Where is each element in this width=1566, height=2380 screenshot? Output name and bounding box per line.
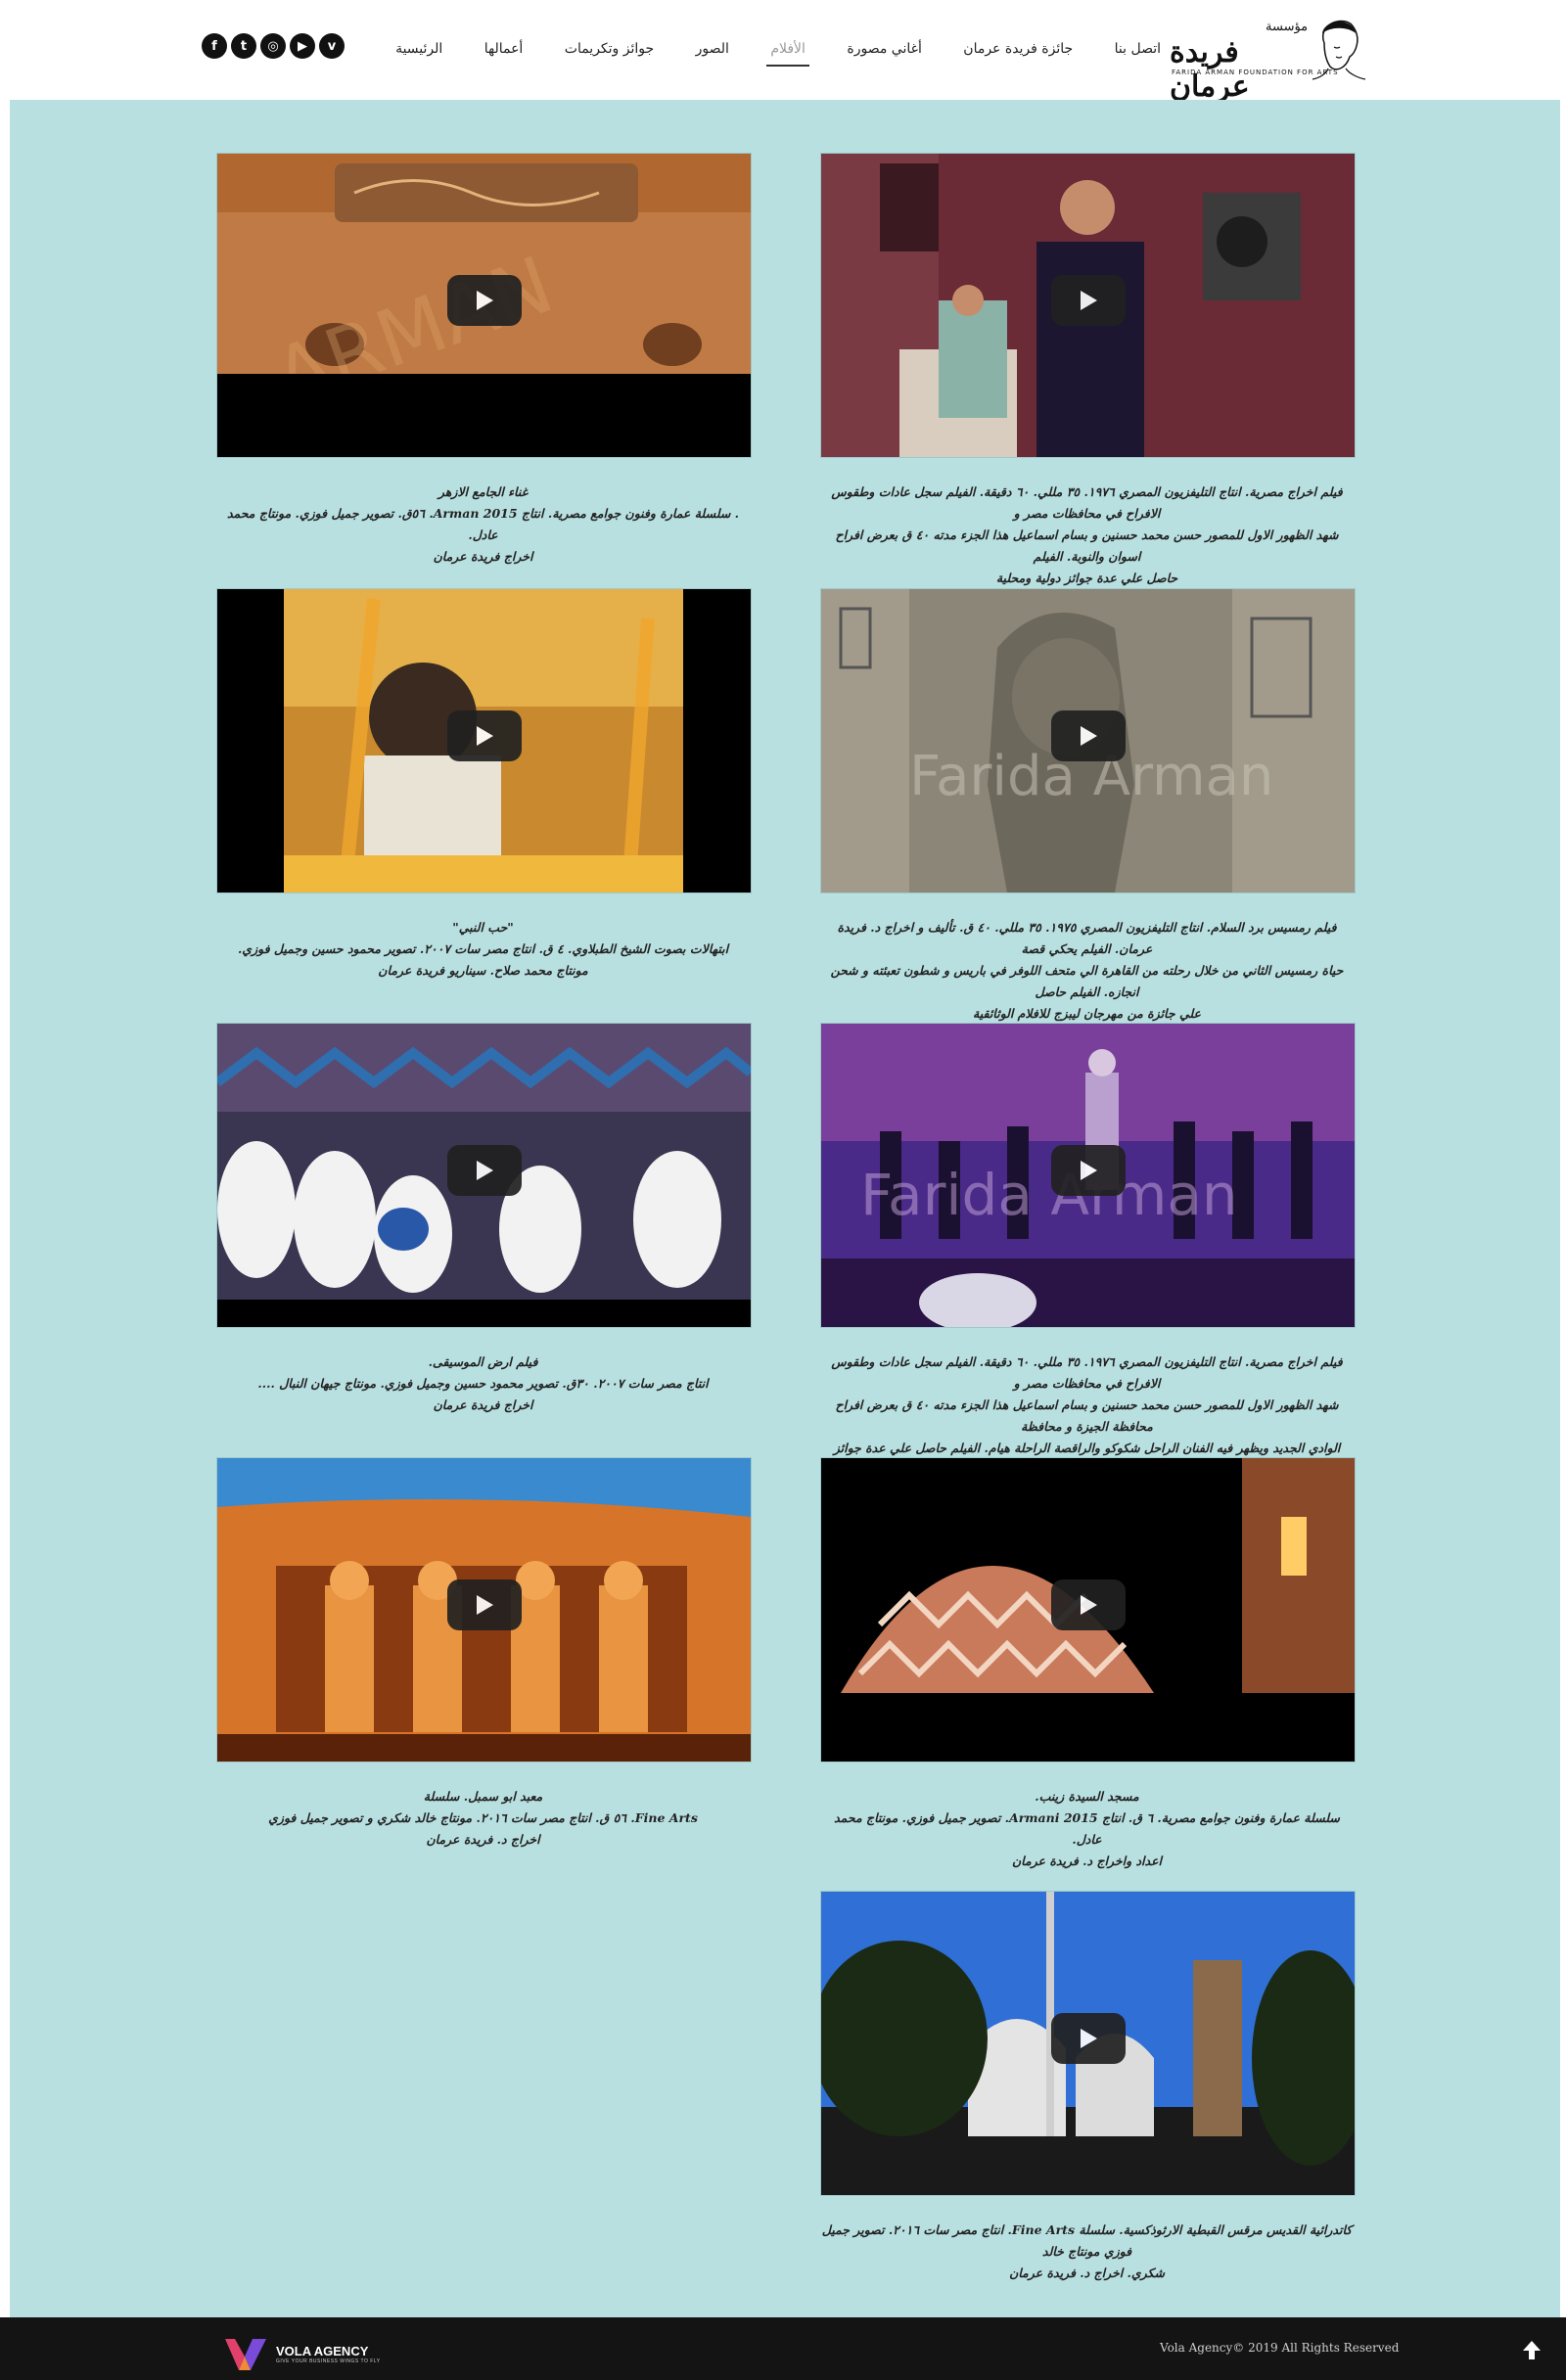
nav-awards[interactable]: جوائز وتكريمات bbox=[561, 35, 658, 63]
caption-line: سلسلة عمارة وفنون جوامع مصرية. ٦ ق. انتا… bbox=[834, 1810, 1340, 1847]
nav-works[interactable]: أعمالها bbox=[481, 35, 528, 63]
caption-line: كاتدرائية القديس مرقس القبطية الارثوذكسي… bbox=[821, 2222, 1353, 2259]
video-caption: معبد ابو سمبل. سلسلة Fine Arts. ٥٦ ق. ان… bbox=[216, 1786, 750, 1851]
play-icon bbox=[477, 726, 493, 746]
main-nav: الرئيسية أعمالها جوائز وتكريمات الصور ال… bbox=[392, 29, 1165, 69]
nav-films[interactable]: الأفلام bbox=[766, 35, 809, 67]
video-card: مسجد السيدة زينب. سلسلة عمارة وفنون جوام… bbox=[820, 1457, 1356, 1872]
caption-line: فيلم ارض الموسيقى. bbox=[428, 1354, 538, 1369]
play-button[interactable] bbox=[1051, 1579, 1126, 1630]
video-thumbnail[interactable]: Farida Arman bbox=[820, 1023, 1356, 1328]
nav-home[interactable]: الرئيسية bbox=[392, 35, 446, 63]
play-button[interactable] bbox=[1051, 275, 1126, 326]
vola-logo-icon bbox=[225, 2339, 266, 2370]
play-button[interactable] bbox=[447, 710, 522, 761]
copyright-text: Vola Agency© 2019 All Rights Reserved bbox=[1160, 2341, 1400, 2355]
video-caption: مسجد السيدة زينب. سلسلة عمارة وفنون جوام… bbox=[820, 1786, 1354, 1872]
nav-prize[interactable]: جائزة فريدة عرمان bbox=[959, 35, 1077, 63]
nav-music-videos[interactable]: أغاني مصورة bbox=[843, 35, 925, 63]
caption-line: . سلسلة عمارة وفنون جوامع مصرية. انتاج A… bbox=[226, 506, 740, 542]
video-caption: فيلم رمسيس برد السلام. انتاج التليفزيون … bbox=[820, 917, 1354, 1025]
video-thumbnail[interactable] bbox=[216, 1023, 752, 1328]
caption-line: شكري. اخراج د. فريدة عرمان bbox=[1009, 2266, 1165, 2280]
play-icon bbox=[477, 291, 493, 310]
play-button[interactable] bbox=[447, 1579, 522, 1630]
play-icon bbox=[1081, 291, 1097, 310]
back-to-top-button[interactable] bbox=[1519, 2337, 1544, 2362]
video-card: Farida Arman فيلم اخراج مصرية. انتاج الت… bbox=[820, 1023, 1356, 1481]
site-header: f t ◎ ▶ v الرئيسية أعمالها جوائز وتكريمات ال… bbox=[0, 0, 1566, 104]
video-thumbnail[interactable] bbox=[820, 153, 1356, 458]
video-caption: غناء الجامع الازهر . سلسلة عمارة وفنون ج… bbox=[216, 481, 750, 568]
play-button[interactable] bbox=[1051, 710, 1126, 761]
agency-logo[interactable]: VOLA AGENCY GIVE YOUR BUSINESS WINGS TO … bbox=[223, 2337, 381, 2372]
arrow-up-icon bbox=[1523, 2341, 1541, 2359]
video-card: معبد ابو سمبل. سلسلة Fine Arts. ٥٦ ق. ان… bbox=[216, 1457, 752, 1851]
caption-line: اخراج فريدة عرمان bbox=[433, 1397, 533, 1412]
nav-photos[interactable]: الصور bbox=[692, 35, 733, 63]
play-button[interactable] bbox=[447, 1145, 522, 1196]
caption-line: معبد ابو سمبل. سلسلة bbox=[423, 1789, 543, 1804]
caption-line: اخراج فريدة عرمان bbox=[433, 549, 533, 564]
video-caption: "حب النبي" ابتهالات بصوت الشيخ الطبلاوي.… bbox=[216, 917, 750, 982]
youtube-icon[interactable]: ▶ bbox=[290, 33, 315, 59]
films-gallery: فيلم اخراج مصرية. انتاج التليفزيون المصر… bbox=[10, 100, 1560, 2317]
play-icon bbox=[477, 1595, 493, 1615]
agency-name: VOLA AGENCY bbox=[276, 2344, 369, 2358]
video-card: فيلم ارض الموسيقى. انتاج مصر سات ٢٠٠٧. ٣… bbox=[216, 1023, 752, 1416]
video-caption: فيلم اخراج مصرية. انتاج التليفزيون المصر… bbox=[820, 481, 1354, 589]
caption-line: مسجد السيدة زينب. bbox=[1035, 1789, 1139, 1804]
instagram-icon[interactable]: ◎ bbox=[260, 33, 286, 59]
video-thumbnail[interactable] bbox=[216, 1457, 752, 1762]
caption-line: فيلم اخراج مصرية. انتاج التليفزيون المصر… bbox=[831, 484, 1343, 521]
logo-small-text: مؤسسة bbox=[1266, 20, 1309, 34]
vimeo-icon[interactable]: v bbox=[319, 33, 345, 59]
site-footer: VOLA AGENCY GIVE YOUR BUSINESS WINGS TO … bbox=[0, 2317, 1566, 2380]
caption-line: مونتاج محمد صلاح. سيناريو فريدة عرمان bbox=[378, 963, 588, 978]
twitter-icon[interactable]: t bbox=[231, 33, 256, 59]
play-button[interactable] bbox=[1051, 1145, 1126, 1196]
caption-line: انتاج مصر سات ٢٠٠٧. ٣٠ق. تصوير محمود حسي… bbox=[257, 1376, 709, 1391]
caption-line: شهد الظهور الاول للمصور حسن محمد حسنين و… bbox=[835, 527, 1339, 564]
video-card: "حب النبي" ابتهالات بصوت الشيخ الطبلاوي.… bbox=[216, 588, 752, 982]
caption-line: Fine Arts. ٥٦ ق. انتاج مصر سات ٢٠١٦. مون… bbox=[268, 1810, 698, 1825]
caption-line: حاصل علي عدة جوائز دولية ومحلية bbox=[995, 571, 1178, 585]
caption-line: علي جائزة من مهرجان ليبزج للافلام الوثائ… bbox=[973, 1006, 1201, 1021]
play-button[interactable] bbox=[447, 275, 522, 326]
caption-line: غناء الجامع الازهر bbox=[438, 484, 529, 499]
social-links: f t ◎ ▶ v bbox=[202, 33, 345, 59]
agency-tagline: GIVE YOUR BUSINESS WINGS TO FLY bbox=[276, 2358, 381, 2364]
play-icon bbox=[1081, 2029, 1097, 2048]
play-button[interactable] bbox=[1051, 2013, 1126, 2064]
site-logo[interactable]: مؤسسة فريدة عرمان FARIDA ARMAN FOUNDATIO… bbox=[1170, 14, 1370, 104]
caption-line: حياة رمسيس الثاني من خلال رحلته من القاه… bbox=[830, 963, 1344, 999]
nav-contact[interactable]: اتصل بنا bbox=[1111, 35, 1165, 63]
video-thumbnail[interactable]: ARMAN bbox=[216, 153, 752, 458]
caption-line: فيلم رمسيس برد السلام. انتاج التليفزيون … bbox=[837, 920, 1337, 956]
play-icon bbox=[1081, 726, 1097, 746]
video-caption: فيلم ارض الموسيقى. انتاج مصر سات ٢٠٠٧. ٣… bbox=[216, 1351, 750, 1416]
caption-line: ابتهالات بصوت الشيخ الطبلاوي. ٤ ق. انتاج… bbox=[237, 941, 729, 956]
play-icon bbox=[1081, 1161, 1097, 1180]
video-card: كاتدرائية القديس مرقس القبطية الارثوذكسي… bbox=[820, 1891, 1356, 2284]
caption-line: اعداد واخراج د. فريدة عرمان bbox=[1011, 1854, 1163, 1868]
caption-line: اخراج د. فريدة عرمان bbox=[426, 1832, 540, 1847]
video-card: فيلم اخراج مصرية. انتاج التليفزيون المصر… bbox=[820, 153, 1356, 589]
play-icon bbox=[477, 1161, 493, 1180]
video-thumbnail[interactable] bbox=[820, 1891, 1356, 2196]
video-thumbnail[interactable] bbox=[216, 588, 752, 893]
video-thumbnail[interactable] bbox=[820, 1457, 1356, 1762]
svg-text:Farida Arman: Farida Arman bbox=[860, 1162, 1238, 1228]
video-card: Farida Arman فيلم رمسيس برد السلام. انتا… bbox=[820, 588, 1356, 1025]
caption-line: فيلم اخراج مصرية. انتاج التليفزيون المصر… bbox=[831, 1354, 1343, 1391]
caption-line: "حب النبي" bbox=[452, 920, 514, 935]
portrait-sketch-icon bbox=[1312, 20, 1366, 80]
video-thumbnail[interactable]: Farida Arman bbox=[820, 588, 1356, 893]
play-icon bbox=[1081, 1595, 1097, 1615]
video-caption: كاتدرائية القديس مرقس القبطية الارثوذكسي… bbox=[820, 2220, 1354, 2284]
video-card: ARMAN غناء الجامع الازهر . سلسلة عمارة و… bbox=[216, 153, 752, 568]
facebook-icon[interactable]: f bbox=[202, 33, 227, 59]
caption-line: شهد الظهور الاول للمصور حسن محمد حسنين و… bbox=[835, 1397, 1339, 1434]
